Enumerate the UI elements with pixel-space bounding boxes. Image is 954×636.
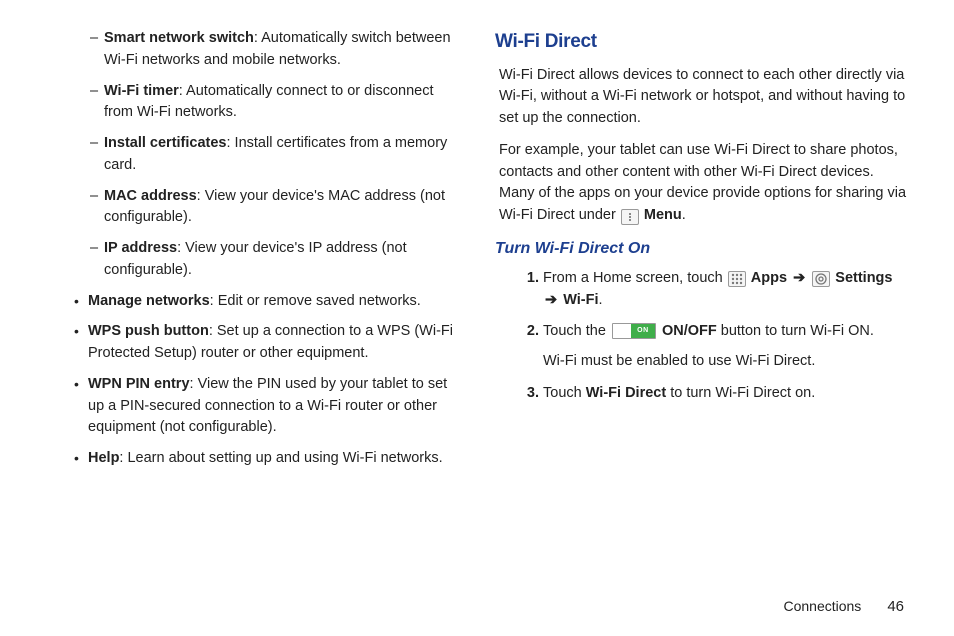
term: Smart network switch xyxy=(104,30,254,46)
list-item: Smart network switch: Automatically swit… xyxy=(90,28,459,72)
list-item: WPN PIN entry: View the PIN used by your… xyxy=(74,374,459,439)
step-3: 3. Touch Wi-Fi Direct to turn Wi-Fi Dire… xyxy=(529,383,910,405)
step-number: 3. xyxy=(519,383,539,405)
left-column: Smart network switch: Automatically swit… xyxy=(44,28,459,588)
heading-turn-on: Turn Wi-Fi Direct On xyxy=(495,237,910,261)
bullet-list: Manage networks: Edit or remove saved ne… xyxy=(44,291,459,470)
heading-wifi-direct: Wi-Fi Direct xyxy=(495,28,910,57)
term: WPS push button xyxy=(88,323,209,339)
onoff-label: ON/OFF xyxy=(662,323,717,339)
list-item: IP address: View your device's IP addres… xyxy=(90,238,459,282)
list-item: Install certificates: Install certificat… xyxy=(90,133,459,177)
on-text: ON xyxy=(631,324,655,338)
list-item: MAC address: View your device's MAC addr… xyxy=(90,186,459,230)
step-1: 1. From a Home screen, touch Apps ➔ Sett… xyxy=(529,268,910,312)
settings-icon xyxy=(812,271,830,287)
term: Wi-Fi timer xyxy=(104,83,179,99)
step-number: 1. xyxy=(519,268,539,290)
text: Touch the xyxy=(543,323,610,339)
arrow-icon: ➔ xyxy=(793,270,805,286)
text: button to turn Wi-Fi ON. xyxy=(717,323,874,339)
sub-note: Wi-Fi must be enabled to use Wi-Fi Direc… xyxy=(543,351,910,373)
page-footer: Connections 46 xyxy=(44,588,910,619)
term: WPN PIN entry xyxy=(88,376,190,392)
term: IP address xyxy=(104,240,177,256)
dash-list: Smart network switch: Automatically swit… xyxy=(44,28,459,282)
text: Touch xyxy=(543,385,586,401)
text: From a Home screen, touch xyxy=(543,270,727,286)
desc: : Edit or remove saved networks. xyxy=(210,293,421,309)
list-item: Help: Learn about setting up and using W… xyxy=(74,448,459,470)
list-item: Wi-Fi timer: Automatically connect to or… xyxy=(90,81,459,125)
section-name: Connections xyxy=(783,596,861,617)
on-off-toggle-icon: ON xyxy=(612,323,656,339)
text: For example, your tablet can use Wi-Fi D… xyxy=(499,142,906,223)
term: MAC address xyxy=(104,188,197,204)
text: . xyxy=(599,292,603,308)
text: to turn Wi-Fi Direct on. xyxy=(666,385,815,401)
text: . xyxy=(682,207,686,223)
term: Help xyxy=(88,450,119,466)
desc: : Learn about setting up and using Wi-Fi… xyxy=(119,450,442,466)
page-columns: Smart network switch: Automatically swit… xyxy=(44,28,910,588)
step-2: 2. Touch the ON ON/OFF button to turn Wi… xyxy=(529,321,910,373)
step-number: 2. xyxy=(519,321,539,343)
term: Manage networks xyxy=(88,293,210,309)
numbered-list: 1. From a Home screen, touch Apps ➔ Sett… xyxy=(495,268,910,405)
list-item: Manage networks: Edit or remove saved ne… xyxy=(74,291,459,313)
settings-label: Settings xyxy=(835,270,892,286)
paragraph: For example, your tablet can use Wi-Fi D… xyxy=(495,140,910,227)
page-number: 46 xyxy=(887,596,904,619)
wifi-direct-label: Wi-Fi Direct xyxy=(586,385,666,401)
list-item: WPS push button: Set up a connection to … xyxy=(74,321,459,365)
arrow-icon: ➔ xyxy=(545,292,557,308)
right-column: Wi-Fi Direct Wi-Fi Direct allows devices… xyxy=(495,28,910,588)
menu-label: Menu xyxy=(644,207,682,223)
paragraph: Wi-Fi Direct allows devices to connect t… xyxy=(495,65,910,130)
menu-icon xyxy=(621,209,639,225)
apps-label: Apps xyxy=(751,270,787,286)
apps-icon xyxy=(728,271,746,287)
wifi-label: Wi-Fi xyxy=(563,292,598,308)
term: Install certificates xyxy=(104,135,227,151)
